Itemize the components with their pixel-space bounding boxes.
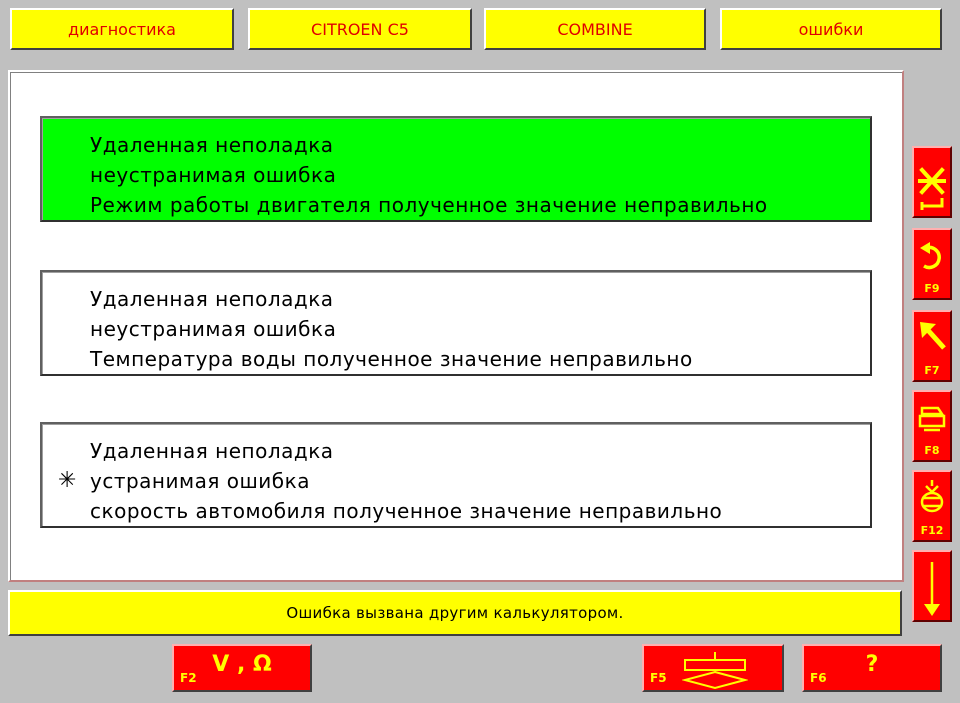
fkey-label: F5 (650, 671, 667, 685)
fkey-label: F9 (924, 282, 940, 295)
cancel-button[interactable] (912, 146, 952, 218)
memory-icon (920, 480, 944, 513)
fkey-label: F12 (920, 524, 944, 537)
measure-button[interactable]: V , Ω F2 (172, 644, 312, 692)
back-button[interactable]: F9 (912, 228, 952, 300)
tab-diagnostics[interactable]: диагностика (10, 8, 234, 50)
scroll-down-button[interactable] (912, 550, 952, 622)
tab-faults[interactable]: ошибки (720, 8, 942, 50)
up-left-arrow-icon (920, 322, 946, 350)
fault-line: Удаленная неполадка (90, 287, 334, 311)
memory-button[interactable]: F12 (912, 470, 952, 542)
fkey-label: F7 (924, 364, 940, 377)
fkey-label: F8 (924, 444, 940, 457)
fault-line: Режим работы двигателя полученное значен… (90, 193, 768, 217)
fault-line: Температура воды полученное значение неп… (90, 347, 693, 371)
fkey-label: F6 (810, 671, 827, 685)
fault-line: устранимая ошибка (90, 469, 310, 493)
tab-vehicle[interactable]: CITROEN C5 (248, 8, 472, 50)
fkey-label: F2 (180, 671, 197, 685)
fault-line: Удаленная неполадка (90, 133, 334, 157)
scroll-down-icon (924, 562, 940, 616)
status-bar: Ошибка вызвана другим калькулятором. (8, 590, 902, 636)
tab-label: ошибки (798, 19, 864, 39)
home-button[interactable]: F7 (912, 310, 952, 382)
help-button[interactable]: ? F6 (802, 644, 942, 692)
tab-label: COMBINE (557, 19, 633, 39)
cancel-icon (918, 167, 946, 210)
flowchart-button[interactable]: F5 (642, 644, 784, 692)
print-button[interactable]: F8 (912, 390, 952, 462)
fault-item-vehicle-speed[interactable]: ✳ Удаленная неполадка устранимая ошибка … (40, 422, 872, 528)
fault-item-engine-mode[interactable]: Удаленная неполадка неустранимая ошибка … (40, 116, 872, 222)
print-icon (918, 406, 946, 432)
fault-marker: ✳ (58, 468, 77, 493)
tab-ecu[interactable]: COMBINE (484, 8, 706, 50)
status-message: Ошибка вызвана другим калькулятором. (286, 604, 624, 622)
tab-label: диагностика (68, 19, 176, 39)
flowchart-icon (682, 652, 748, 690)
back-arrow-icon (920, 242, 941, 270)
fault-line: неустранимая ошибка (90, 317, 337, 341)
fault-line: неустранимая ошибка (90, 163, 337, 187)
tab-label: CITROEN C5 (311, 19, 409, 39)
fault-item-water-temperature[interactable]: Удаленная неполадка неустранимая ошибка … (40, 270, 872, 376)
fault-line: Удаленная неполадка (90, 439, 334, 463)
fault-line: скорость автомобиля полученное значение … (90, 499, 723, 523)
